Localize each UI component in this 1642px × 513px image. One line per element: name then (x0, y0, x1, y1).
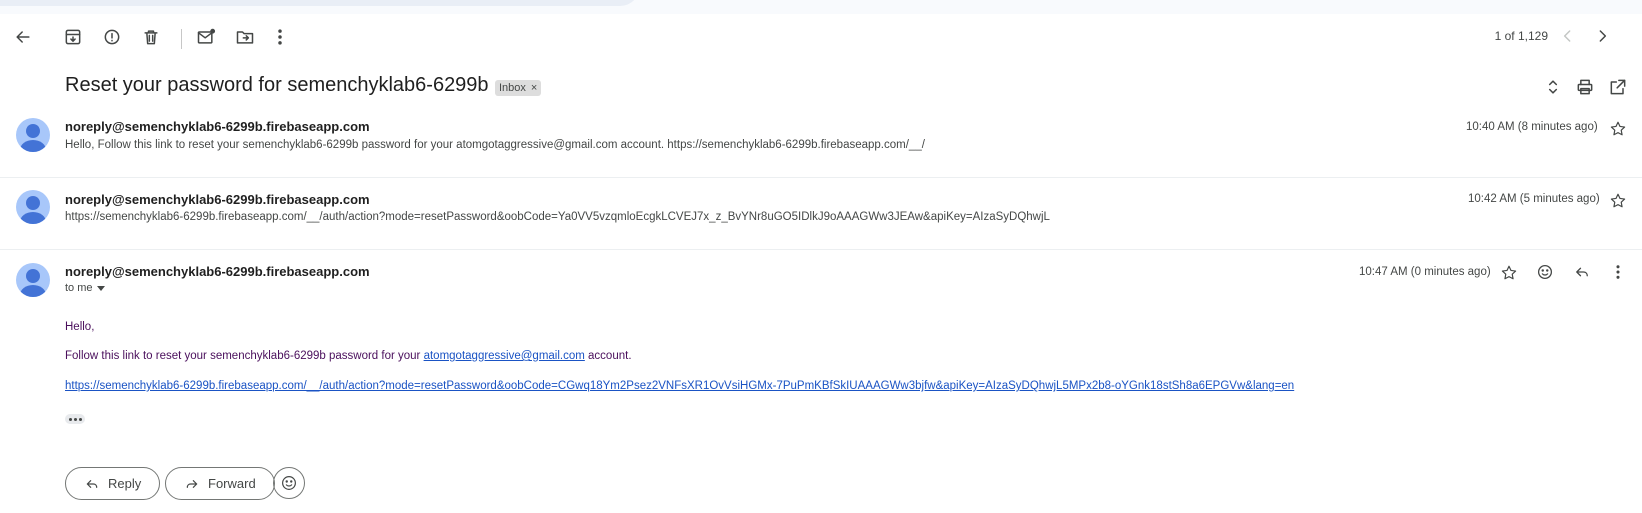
message-time: 10:42 AM (5 minutes ago) (1468, 193, 1600, 205)
body-text-after: account. (584, 350, 632, 362)
reply-label: Reply (108, 476, 142, 491)
avatar (16, 263, 50, 297)
message-collapsed-2[interactable]: noreply@semenchyklab6-6299b.firebaseapp.… (0, 178, 1642, 250)
message-body-line: Follow this link to reset your semenchyk… (65, 350, 632, 362)
chevron-right-icon[interactable] (1587, 21, 1617, 51)
sender-email: noreply@semenchyklab6-6299b.firebaseapp.… (65, 192, 370, 207)
recipient-details-toggle[interactable]: to me (65, 282, 105, 294)
reset-password-link[interactable]: https://semenchyklab6-6299b.firebaseapp.… (65, 380, 1294, 392)
pager-count: 1 of 1,129 (1494, 29, 1548, 43)
message-collapsed-1[interactable]: noreply@semenchyklab6-6299b.firebaseapp.… (0, 106, 1642, 178)
forward-icon (186, 479, 198, 488)
avatar (16, 190, 50, 224)
remove-label-icon[interactable]: × (531, 82, 537, 94)
print-icon[interactable] (1570, 72, 1600, 102)
sender-email: noreply@semenchyklab6-6299b.firebaseapp.… (65, 119, 370, 134)
search-bar-edge (0, 0, 640, 6)
forward-label: Forward (208, 476, 256, 491)
more-vert-icon[interactable] (265, 22, 295, 52)
move-to-folder-icon[interactable] (230, 22, 260, 52)
thread-toolbar (0, 14, 1642, 58)
reset-password-link-line: https://semenchyklab6-6299b.firebaseapp.… (65, 380, 1294, 392)
caret-down-icon (96, 285, 105, 291)
body-text-before: Follow this link to reset your semenchyk… (65, 350, 424, 362)
arrow-back-icon[interactable] (8, 22, 38, 52)
star-icon[interactable] (1609, 192, 1629, 212)
show-trimmed-content-button[interactable] (65, 414, 85, 424)
trash-icon[interactable] (136, 22, 166, 52)
inbox-label-chip[interactable]: Inbox × (495, 80, 542, 96)
thread-subject: Reset your password for semenchyklab6-62… (65, 74, 489, 96)
reply-icon[interactable] (1570, 260, 1594, 284)
open-in-new-icon[interactable] (1603, 72, 1633, 102)
mark-unread-icon[interactable] (191, 22, 221, 52)
subject-row: Reset your password for semenchyklab6-62… (0, 70, 1642, 106)
archive-icon[interactable] (58, 22, 88, 52)
avatar (16, 118, 50, 152)
chevron-left-icon[interactable] (1553, 21, 1583, 51)
add-reaction-icon[interactable] (1533, 260, 1557, 284)
add-reaction-icon (282, 476, 296, 490)
email-link[interactable]: atomgotaggressive@gmail.com (424, 350, 585, 362)
reply-button[interactable]: Reply (65, 467, 161, 500)
top-strip (0, 0, 1642, 14)
unfold-icon[interactable] (1538, 72, 1568, 102)
star-icon[interactable] (1609, 120, 1629, 140)
message-snippet: https://semenchyklab6-6299b.firebaseapp.… (65, 211, 1050, 223)
add-reaction-button[interactable] (273, 467, 305, 499)
more-vert-icon[interactable] (1606, 260, 1630, 284)
recipient-label: to me (65, 282, 93, 294)
sender-email: noreply@semenchyklab6-6299b.firebaseapp.… (65, 264, 370, 279)
forward-button[interactable]: Forward (165, 467, 275, 500)
toolbar-divider (181, 29, 182, 49)
message-time: 10:40 AM (8 minutes ago) (1466, 121, 1598, 133)
message-snippet: Hello, Follow this link to reset your se… (65, 139, 925, 151)
report-spam-icon[interactable] (97, 22, 127, 52)
message-time: 10:47 AM (0 minutes ago) (1359, 266, 1491, 278)
reply-icon (86, 479, 98, 488)
inbox-label-text: Inbox (499, 82, 526, 94)
star-icon[interactable] (1500, 264, 1520, 284)
message-greeting: Hello, (65, 321, 95, 333)
